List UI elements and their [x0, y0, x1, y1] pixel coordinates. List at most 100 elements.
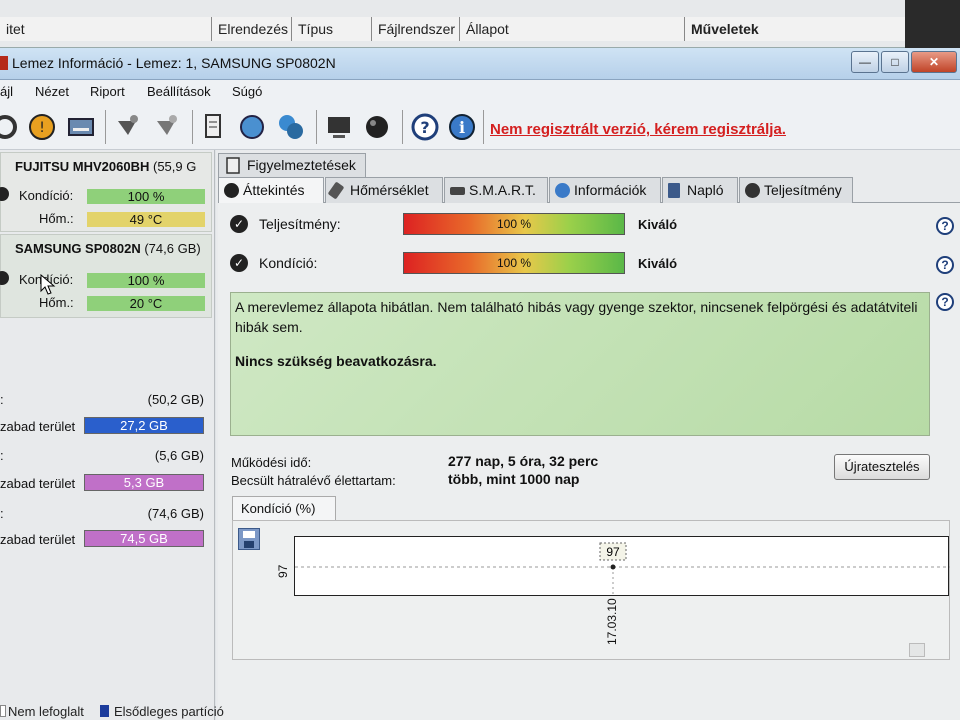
tab-warnings[interactable]: Figyelmeztetések	[218, 153, 366, 177]
recycle-icon[interactable]	[237, 112, 267, 142]
chart-point	[610, 564, 616, 570]
menu-file[interactable]: ájl	[0, 84, 13, 99]
svg-text:!: !	[39, 120, 45, 136]
legend-unallocated: Nem lefoglalt	[8, 704, 84, 719]
tab-smart[interactable]: S.M.A.R.T.	[444, 177, 548, 203]
lifetime-label: Becsült hátralévő élettartam:	[231, 473, 396, 488]
menu-settings[interactable]: Beállítások	[147, 84, 211, 99]
check-icon	[0, 271, 9, 285]
column-header[interactable]: Fájlrendszer	[372, 17, 460, 41]
partition-prefix: :	[0, 448, 4, 463]
computer-icon[interactable]	[324, 112, 354, 142]
lifetime-value: több, mint 1000 nap	[448, 471, 580, 487]
help-icon[interactable]: ?	[936, 293, 954, 311]
refresh-icon[interactable]	[0, 112, 20, 142]
menu-help[interactable]: Súgó	[232, 84, 262, 99]
satellite-icon[interactable]	[113, 112, 143, 142]
info-icon	[555, 183, 570, 198]
partition-size: (5,6 GB)	[154, 448, 204, 463]
free-space-label: zabad terület	[0, 419, 76, 434]
description-conclusion: Nincs szükség beavatkozásra.	[235, 353, 437, 369]
partition-list: : (50,2 GB) zabad terület 27,2 GB : (5,6…	[0, 386, 212, 547]
unallocated-swatch	[0, 705, 6, 717]
partition-legend: Nem lefoglalt Elsődleges partíció	[0, 703, 400, 720]
log-icon	[668, 183, 680, 198]
toolbar-separator	[402, 110, 403, 144]
save-icon[interactable]	[238, 528, 260, 550]
chart-svg: 97	[295, 542, 950, 597]
network-icon[interactable]	[276, 112, 306, 142]
tab-information[interactable]: Információk	[549, 177, 661, 203]
tab-overview[interactable]: Áttekintés	[218, 177, 324, 204]
info-icon[interactable]: i	[447, 112, 477, 142]
close-button[interactable]: ✕	[911, 51, 957, 73]
column-header[interactable]: Elrendezés	[212, 17, 292, 41]
tab-temperature[interactable]: Hőmérséklet	[325, 177, 443, 203]
warnings-icon	[226, 157, 240, 174]
free-space-bar: 74,5 GB	[84, 530, 204, 547]
smart-icon	[450, 187, 465, 195]
background-column-headers: itet Elrendezés Típus Fájlrendszer Állap…	[0, 17, 910, 41]
menu-report[interactable]: Riport	[90, 84, 125, 99]
sphere-icon[interactable]	[362, 112, 392, 142]
primary-swatch	[100, 705, 109, 717]
condition-rating: Kiváló	[638, 256, 678, 271]
retest-button[interactable]: Újratesztelés	[834, 454, 930, 480]
chart-tab-condition[interactable]: Kondíció (%)	[232, 496, 336, 521]
temperature-label: Hőm.:	[39, 211, 74, 226]
check-icon: ✓	[230, 254, 248, 272]
uptime-value: 277 nap, 5 óra, 32 perc	[448, 453, 599, 469]
check-icon: ✓	[230, 215, 248, 233]
toolbar-separator	[316, 110, 317, 144]
column-header[interactable]: Állapot	[460, 17, 685, 41]
description-text: A merevlemez állapota hibátlan. Nem talá…	[235, 299, 918, 335]
uptime-label: Működési idő:	[231, 455, 312, 470]
left-panel: FUJITSU MHV2060BH (55,9 G Kondíció: 100 …	[0, 150, 215, 720]
toolbar: ! ? i Nem regisztrált verzió, kérem regi…	[0, 104, 960, 150]
tab-log[interactable]: Napló	[662, 177, 738, 203]
window-title: Lemez Információ - Lemez: 1, SAMSUNG SP0…	[12, 55, 336, 71]
free-space-label: zabad terület	[0, 476, 76, 491]
minimize-button[interactable]: —	[851, 51, 879, 73]
help-icon[interactable]: ?	[936, 217, 954, 235]
column-header[interactable]: Műveletek	[685, 17, 910, 41]
tab-row: Áttekintés Hőmérséklet S.M.A.R.T. Inform…	[218, 177, 960, 204]
warning-icon[interactable]: !	[27, 112, 57, 142]
x-tick-label: 17.03.10	[605, 598, 619, 645]
maximize-button[interactable]: □	[881, 51, 909, 73]
svg-text:i: i	[459, 118, 465, 137]
temperature-value: 49 °C	[87, 212, 205, 227]
satellite-icon[interactable]	[152, 112, 182, 142]
partition-prefix: :	[0, 506, 4, 521]
menu-view[interactable]: Nézet	[35, 84, 69, 99]
tab-performance[interactable]: Teljesítmény	[739, 177, 853, 203]
performance-bar: 100 %	[403, 213, 625, 235]
help-icon[interactable]: ?	[410, 112, 440, 142]
thermometer-icon	[327, 181, 345, 200]
toolbar-separator	[105, 110, 106, 144]
app-icon	[0, 56, 8, 70]
menu-bar: ájl Nézet Riport Beállítások Súgó	[0, 80, 960, 104]
free-space-bar: 5,3 GB	[84, 474, 204, 491]
unregistered-link[interactable]: Nem regisztrált verzió, kérem regisztrál…	[490, 121, 786, 138]
column-header[interactable]: Típus	[292, 17, 372, 41]
help-icon[interactable]: ?	[936, 256, 954, 274]
status-description: A merevlemez állapota hibátlan. Nem talá…	[230, 292, 930, 436]
toolbar-separator	[192, 110, 193, 144]
disk-icon[interactable]	[66, 112, 96, 142]
condition-value: 100 %	[87, 189, 205, 204]
column-header[interactable]: itet	[0, 17, 212, 41]
check-icon	[0, 187, 9, 201]
performance-rating: Kiváló	[638, 217, 678, 232]
disk-card[interactable]: FUJITSU MHV2060BH (55,9 G Kondíció: 100 …	[0, 152, 212, 232]
gauge-icon	[745, 183, 760, 198]
disk-name: FUJITSU MHV2060BH (55,9 G	[15, 159, 197, 174]
free-space-label: zabad terület	[0, 532, 76, 547]
condition-value: 100 %	[87, 273, 205, 288]
chart-resize-handle[interactable]	[909, 643, 925, 657]
y-tick-label: 97	[276, 564, 290, 578]
disk-card-selected[interactable]: SAMSUNG SP0802N (74,6 GB) Kondíció: 100 …	[0, 234, 212, 318]
tab-label: Figyelmeztetések	[247, 157, 356, 173]
temperature-value: 20 °C	[87, 296, 205, 311]
document-icon[interactable]	[198, 112, 228, 142]
